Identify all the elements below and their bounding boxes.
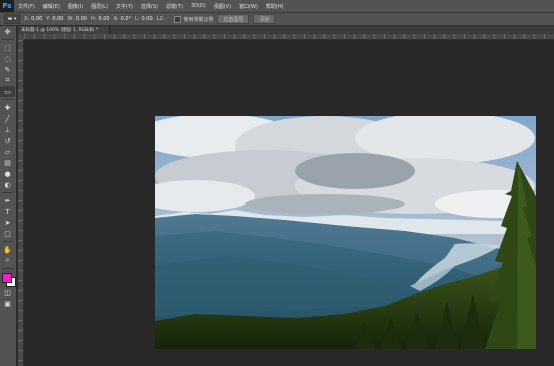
zoom-icon[interactable]: ⌕ [0, 255, 15, 266]
l2-readout: L2: [157, 16, 165, 22]
tool-separator [2, 99, 14, 100]
foreground-color-swatch[interactable] [2, 273, 12, 283]
pen-icon[interactable]: ✒ [0, 195, 15, 206]
tab-strip [110, 26, 554, 34]
quick-mask-icon[interactable]: ◫ [0, 287, 15, 298]
menu-bar: Ps 文件(F) 编辑(E) 图像(I) 图层(L) 文字(Y) 选择(S) 滤… [0, 0, 554, 12]
l1-label: L: [135, 16, 140, 22]
menu-select[interactable]: 选择(S) [137, 3, 162, 10]
menu-image[interactable]: 图像(I) [64, 3, 87, 10]
tool-separator [2, 268, 14, 269]
h-label: H: [90, 16, 97, 22]
tool-separator [2, 241, 14, 242]
hand-icon[interactable]: ✋ [0, 244, 15, 255]
gradient-icon[interactable]: ▤ [0, 157, 15, 168]
h-readout: H: 0.00 [91, 16, 110, 22]
tool-separator [2, 192, 14, 193]
quick-select-icon[interactable]: ✎ [0, 64, 15, 75]
healing-icon[interactable]: ✚ [0, 102, 15, 113]
dodge-icon[interactable]: ◐ [0, 179, 15, 190]
eraser-icon[interactable]: ▱ [0, 146, 15, 157]
menu-layer[interactable]: 图层(L) [87, 3, 112, 10]
color-swatches [0, 271, 16, 287]
type-icon[interactable]: T [0, 206, 15, 217]
brush-icon[interactable]: ╱ [0, 113, 15, 124]
l2-label: L2: [156, 16, 165, 22]
menu-view[interactable]: 视图(V) [210, 3, 235, 10]
shape-icon[interactable]: ▢ [0, 228, 15, 239]
checkbox-box[interactable] [174, 15, 182, 23]
menu-window[interactable]: 窗口(W) [235, 3, 262, 10]
marquee-icon[interactable]: ⬚ [0, 42, 15, 53]
y-readout: Y: 0.00 [46, 16, 63, 22]
menu-edit[interactable]: 编辑(E) [39, 3, 64, 10]
document-image[interactable] [155, 116, 536, 349]
menu-help[interactable]: 帮助(H) [262, 3, 288, 10]
use-measurement-scale-checkbox[interactable]: 使用测量比例 [174, 15, 214, 23]
l1-readout: L: 0.00 [135, 16, 153, 22]
y-value: 0.00 [52, 16, 64, 22]
path-select-icon[interactable]: ➤ [0, 217, 15, 228]
x-value: 0.00 [31, 16, 43, 22]
w-value: 0.00 [75, 16, 87, 22]
w-readout: W: 0.00 [67, 16, 86, 22]
straighten-layer-button[interactable]: 拉直图层 [217, 14, 250, 24]
crop-icon[interactable]: ⌗ [0, 75, 15, 86]
blur-icon[interactable]: ● [0, 168, 15, 179]
l1-value: 0.00 [141, 16, 153, 22]
angle-readout: A: 0.0° [114, 16, 131, 22]
document-tab[interactable]: 未标题-1 @ 100% (图层 1, RGB/8) * [18, 26, 110, 34]
x-label: X: [24, 16, 30, 22]
menu-type[interactable]: 文字(Y) [112, 3, 137, 10]
x-readout: X: 0.00 [24, 16, 42, 22]
ruler-icon[interactable]: ▭ [0, 86, 15, 97]
menu-filter[interactable]: 滤镜(T) [162, 3, 187, 10]
clone-stamp-icon[interactable]: ⊥ [0, 124, 15, 135]
lasso-icon[interactable]: ◌ [0, 53, 15, 64]
options-bar: ▬ ▾ X: 0.00 Y: 0.00 W: 0.00 H: 0.00 A: 0… [0, 12, 554, 26]
photoshop-logo: Ps [0, 0, 14, 12]
y-label: Y: [46, 16, 51, 22]
h-value: 0.00 [98, 16, 110, 22]
move-icon[interactable]: ✥ [0, 26, 15, 37]
a-label: A: [113, 16, 119, 22]
clear-button[interactable]: 清除 [253, 14, 276, 24]
history-brush-icon[interactable]: ↺ [0, 135, 15, 146]
tool-preset-picker[interactable]: ▬ ▾ [4, 14, 20, 24]
a-value: 0.0° [120, 16, 132, 22]
screen-mode-icon[interactable]: ▣ [0, 298, 15, 309]
menu-3d[interactable]: 3D(D) [187, 3, 210, 9]
tools-panel: ✥ ⬚ ◌ ✎ ⌗ ▭ ✚ ╱ ⊥ ↺ ▱ ▤ ● ◐ ✒ T ➤ ▢ ✋ ⌕ … [0, 26, 17, 366]
w-label: W: [67, 16, 74, 22]
tool-separator [2, 39, 14, 40]
use-measurement-scale-label: 使用测量比例 [183, 16, 214, 23]
menu-file[interactable]: 文件(F) [14, 3, 39, 10]
